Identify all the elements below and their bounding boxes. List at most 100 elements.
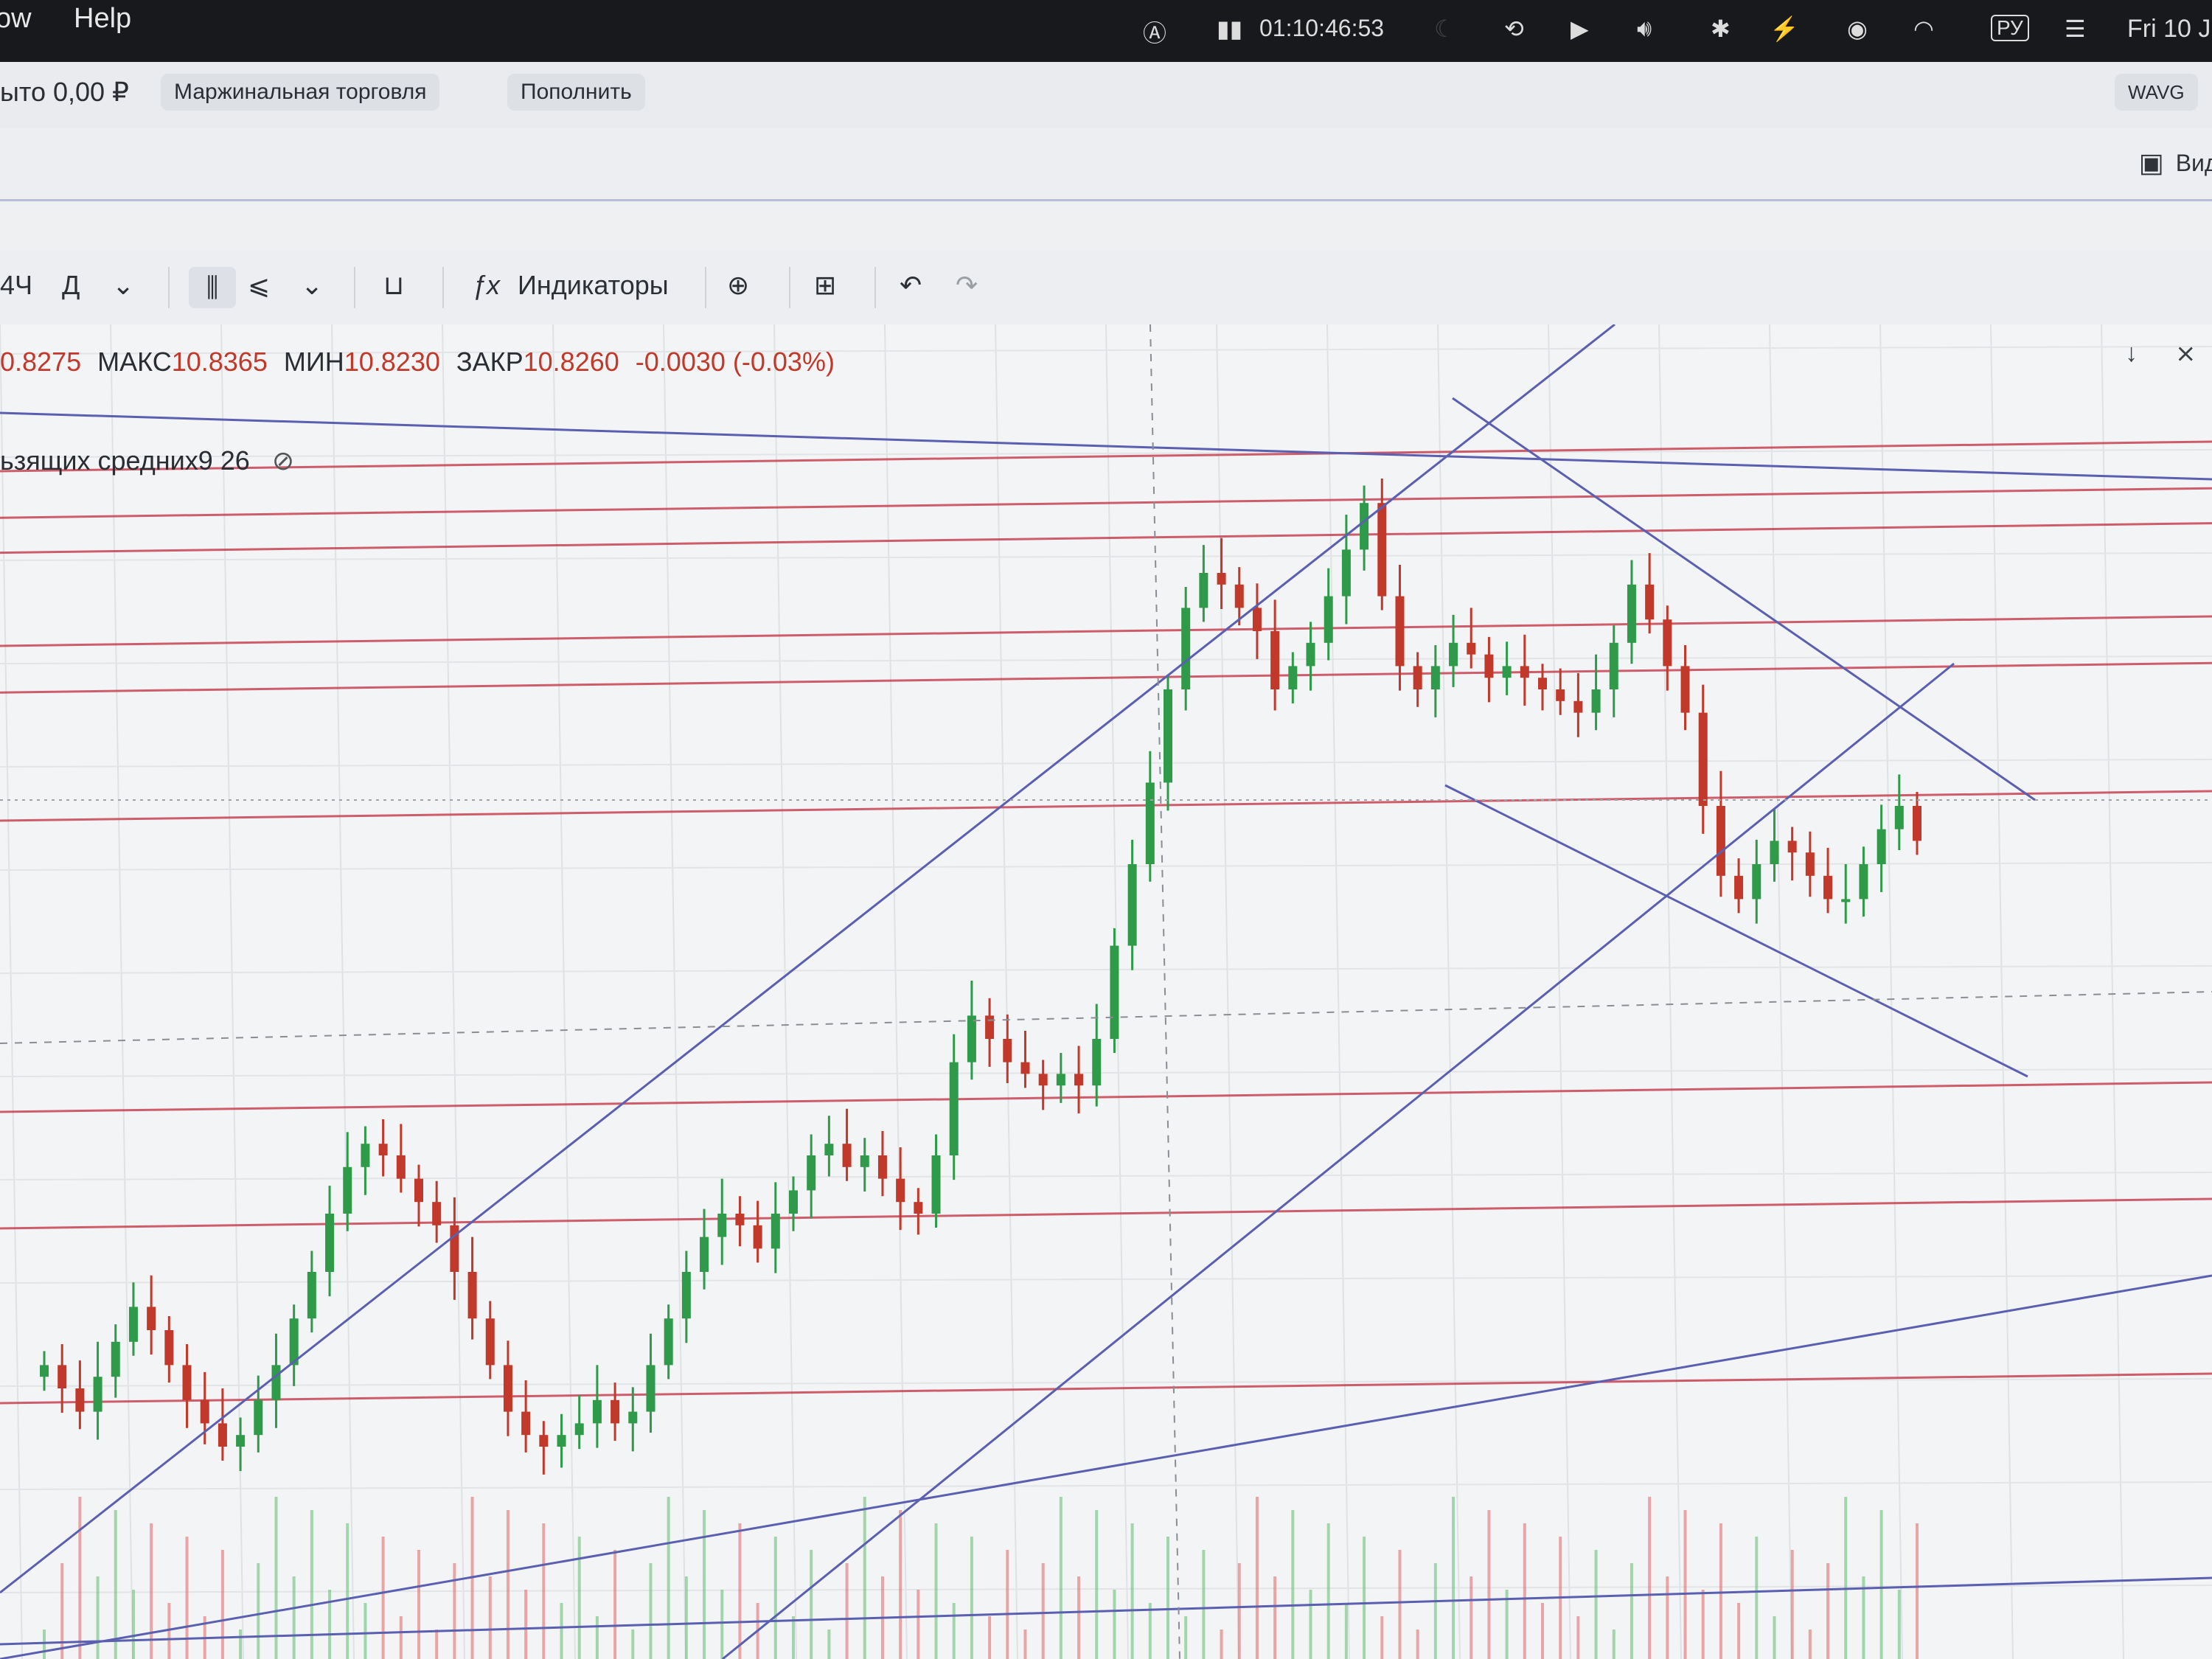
volume-bar	[899, 1510, 902, 1659]
candle-body	[1859, 864, 1868, 900]
volume-bar	[1041, 1563, 1045, 1659]
volume-bar	[185, 1537, 189, 1659]
area-chart-icon[interactable]: ⩽	[248, 270, 270, 301]
volume-bar	[934, 1523, 938, 1659]
candle-body	[40, 1365, 49, 1377]
candle-body	[539, 1435, 549, 1447]
candle-body	[664, 1318, 673, 1366]
volume-bar	[1487, 1510, 1491, 1659]
menu-window[interactable]: ow	[0, 3, 32, 35]
candle-body	[1556, 689, 1565, 701]
volume-bar	[96, 1576, 100, 1659]
candle-body	[1020, 1062, 1030, 1074]
interval-4h[interactable]: 4Ч	[0, 270, 32, 301]
user-icon[interactable]: ◉	[1847, 15, 1868, 43]
candles-icon[interactable]: ⫼	[189, 267, 236, 308]
volume-bar	[1148, 1603, 1152, 1659]
close-value: 10.8260	[523, 347, 619, 377]
interval-day[interactable]: Д	[62, 270, 80, 301]
battery-icon[interactable]: ▮▮	[1217, 15, 1242, 43]
candle-body	[807, 1155, 816, 1191]
chevron-down-icon[interactable]: ⌄	[301, 270, 323, 301]
moon-icon: ☾	[1434, 15, 1455, 42]
time-machine-icon[interactable]: ⟲	[1504, 15, 1524, 43]
candle-body	[1877, 829, 1886, 864]
add-circle-icon[interactable]: ⊕	[727, 270, 749, 301]
candle-body	[147, 1307, 156, 1330]
volume-bar	[488, 1576, 492, 1659]
top-up-button[interactable]: Пополнить	[507, 74, 645, 111]
volume-bar	[43, 1630, 46, 1659]
control-center-icon[interactable]: ☰	[2065, 15, 2086, 43]
volume-bar	[1166, 1537, 1169, 1659]
volume-bar	[328, 1590, 332, 1659]
toolbar-divider	[874, 267, 876, 308]
siri-icon[interactable]: Ⓐ	[1143, 15, 1166, 49]
candle-body	[700, 1237, 709, 1272]
bluetooth-icon[interactable]: ✱	[1711, 15, 1731, 43]
volume-bar	[1363, 1537, 1366, 1659]
redo-icon[interactable]: ↷	[956, 270, 978, 301]
scroll-down-icon[interactable]: ↓	[2125, 339, 2138, 368]
candle-body	[1413, 666, 1422, 689]
function-icon[interactable]: ƒx	[472, 270, 500, 301]
volume-bar	[506, 1510, 509, 1659]
candle-body	[521, 1411, 531, 1436]
candle-body	[1645, 584, 1655, 620]
volume-bar	[399, 1616, 403, 1659]
input-source[interactable]: РУ	[1991, 15, 2029, 41]
volume-bar	[1344, 1603, 1348, 1659]
volume-bar	[346, 1523, 349, 1659]
volume-bar	[220, 1550, 224, 1659]
candle-body	[1680, 666, 1690, 713]
volume-bar	[952, 1603, 956, 1659]
volume-bar	[863, 1497, 866, 1659]
candle-body	[1127, 864, 1137, 946]
candle-body	[1360, 503, 1369, 550]
candle-body	[1110, 945, 1119, 1039]
candle-body	[111, 1341, 120, 1377]
play-icon[interactable]: ▶	[1571, 15, 1589, 43]
candle-body	[717, 1214, 727, 1237]
volume-bar	[114, 1510, 117, 1659]
volume-bar	[1541, 1603, 1544, 1659]
menu-date[interactable]: Fri 10 J	[2127, 15, 2211, 44]
candle-body	[218, 1423, 227, 1447]
volume-bar	[1737, 1603, 1741, 1659]
layout-grid-icon[interactable]: ⊞	[814, 270, 836, 301]
cart-icon[interactable]: ⊔	[383, 270, 404, 301]
charging-icon[interactable]: ⚡	[1770, 15, 1799, 43]
candle-body	[325, 1214, 335, 1272]
candle-body	[236, 1435, 246, 1447]
volume-bar	[1113, 1590, 1116, 1659]
volume-bar	[1879, 1510, 1883, 1659]
candle-body	[432, 1202, 442, 1225]
candle-body	[896, 1178, 905, 1203]
menu-help[interactable]: Help	[74, 3, 131, 35]
chevron-down-icon[interactable]: ⌄	[112, 270, 134, 301]
candle-body	[1716, 806, 1725, 876]
volume-bar	[631, 1630, 635, 1659]
widgets-button[interactable]: ▣ Видж	[2124, 143, 2212, 183]
price-chart[interactable]	[0, 324, 2212, 1659]
volume-bar	[274, 1497, 278, 1659]
eye-off-icon[interactable]: ⊘	[272, 445, 294, 476]
wavg-badge[interactable]: WAVG	[2115, 74, 2198, 111]
margin-trading-button[interactable]: Маржинальная торговля	[161, 74, 440, 111]
volume-icon[interactable]: 🔊︎	[1637, 15, 1652, 43]
collapse-icon[interactable]: ⨯	[2175, 339, 2197, 369]
candle-body	[1430, 666, 1440, 689]
close-label: ЗАКР	[456, 347, 524, 377]
undo-icon[interactable]: ↶	[900, 270, 922, 301]
candle-body	[860, 1155, 869, 1167]
volume-bar	[1594, 1550, 1598, 1659]
candle-body	[1003, 1039, 1012, 1062]
candle-body	[1324, 596, 1333, 643]
candle-body	[1787, 841, 1797, 853]
candle-body	[1074, 1074, 1084, 1086]
chart-toolbar: 4Ч Д ⌄ ⫼ ⩽ ⌄ ⊔ ƒx Индикаторы ⊕ ⊞ ↶ ↷	[0, 251, 2212, 324]
wifi-icon[interactable]: ◠	[1913, 15, 1934, 43]
volume-bar	[1719, 1523, 1722, 1659]
indicators-button[interactable]: Индикаторы	[518, 270, 669, 301]
candle-body	[182, 1365, 192, 1400]
